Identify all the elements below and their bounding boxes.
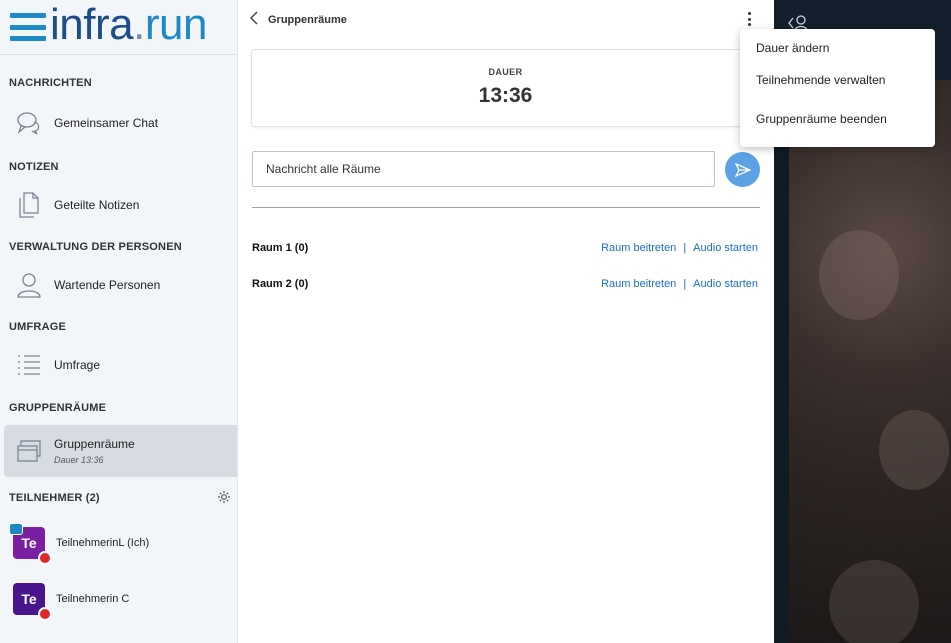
logo-mark-icon (10, 13, 46, 41)
separator: | (683, 278, 687, 290)
section-title-people: VERWALTUNG DER PERSONEN (9, 241, 182, 253)
list-icon (4, 353, 54, 377)
breakout-duration: Dauer 13:36 (54, 455, 104, 465)
logo-text: infra.run (50, 0, 207, 49)
avatar: Te (13, 583, 52, 621)
section-title-messages: NACHRICHTEN (9, 77, 92, 89)
menu-item-end-breakout[interactable]: Gruppenräume beenden (740, 99, 935, 138)
sidebar-item-breakout[interactable]: Gruppenräume Dauer 13:36 (4, 425, 237, 477)
start-audio-link[interactable]: Audio starten (693, 278, 758, 290)
document-icon (4, 191, 54, 219)
section-title-notes: NOTIZEN (9, 161, 59, 173)
sidebar-item-text: Gruppenräume Dauer 13:36 (54, 437, 135, 465)
panel-title: Gruppenräume (268, 13, 347, 26)
presenter-icon (9, 523, 23, 535)
avatar: Te (9, 523, 52, 565)
duration-box: DAUER 13:36 (251, 49, 760, 127)
logo: infra.run (0, 0, 237, 55)
video-feed[interactable] (789, 80, 951, 643)
send-icon (734, 162, 751, 177)
options-menu: Dauer ändern Teilnehmende verwalten Grup… (740, 29, 935, 147)
sidebar-item-waiting[interactable]: Wartende Personen (4, 259, 237, 311)
sidebar-item-label: Wartende Personen (54, 278, 161, 292)
join-room-link[interactable]: Raum beitreten (601, 278, 676, 290)
room-name: Raum 2 (0) (252, 278, 309, 290)
sidebar: infra.run NACHRICHTEN Gemeinsamer Chat N… (0, 0, 238, 643)
more-options-icon[interactable] (743, 10, 755, 28)
user-icon (4, 272, 54, 298)
room-actions: Raum beitreten | Audio starten (601, 242, 758, 254)
room-name: Raum 1 (0) (252, 242, 309, 254)
participant-item[interactable]: Te TeilnehmerinL (Ich) (9, 523, 150, 565)
chat-icon (4, 111, 54, 135)
section-title-participants: TEILNEHMER (2) (9, 492, 100, 504)
sidebar-item-label: Gruppenräume (54, 437, 135, 451)
gear-icon[interactable] (217, 490, 231, 509)
menu-item-manage-participants[interactable]: Teilnehmende verwalten (740, 60, 935, 99)
sidebar-item-notes[interactable]: Geteilte Notizen (4, 179, 237, 231)
send-button[interactable] (725, 152, 760, 187)
participant-item[interactable]: Te Teilnehmerin C (13, 583, 130, 621)
join-room-link[interactable]: Raum beitreten (601, 242, 676, 254)
lock-icon (38, 551, 52, 565)
participant-name: TeilnehmerinL (Ich) (56, 537, 150, 549)
sidebar-item-chat[interactable]: Gemeinsamer Chat (4, 97, 237, 149)
participant-name: Teilnehmerin C (56, 593, 130, 605)
sidebar-item-label: Gemeinsamer Chat (54, 116, 159, 130)
breakout-panel: Gruppenräume DAUER 13:36 Raum 1 (0) Raum… (238, 0, 774, 643)
room-row: Raum 2 (0) Raum beitreten | Audio starte… (252, 278, 758, 290)
breakout-rooms-icon (4, 439, 54, 463)
message-all-rooms-input[interactable] (252, 151, 715, 187)
separator: | (683, 242, 687, 254)
room-actions: Raum beitreten | Audio starten (601, 278, 758, 290)
start-audio-link[interactable]: Audio starten (693, 242, 758, 254)
sidebar-item-poll[interactable]: Umfrage (4, 339, 237, 391)
section-title-poll: UMFRAGE (9, 321, 67, 333)
panel-header[interactable]: Gruppenräume (249, 11, 347, 28)
chevron-left-icon[interactable] (249, 11, 258, 28)
sidebar-item-label: Geteilte Notizen (54, 198, 140, 212)
lock-icon (38, 607, 52, 621)
section-title-breakout: GRUPPENRÄUME (9, 402, 107, 414)
room-row: Raum 1 (0) Raum beitreten | Audio starte… (252, 242, 758, 254)
divider (252, 207, 760, 208)
duration-label: DAUER (488, 67, 523, 77)
duration-value: 13:36 (478, 84, 533, 107)
sidebar-item-label: Umfrage (54, 358, 101, 372)
menu-item-change-duration[interactable]: Dauer ändern (740, 35, 935, 60)
